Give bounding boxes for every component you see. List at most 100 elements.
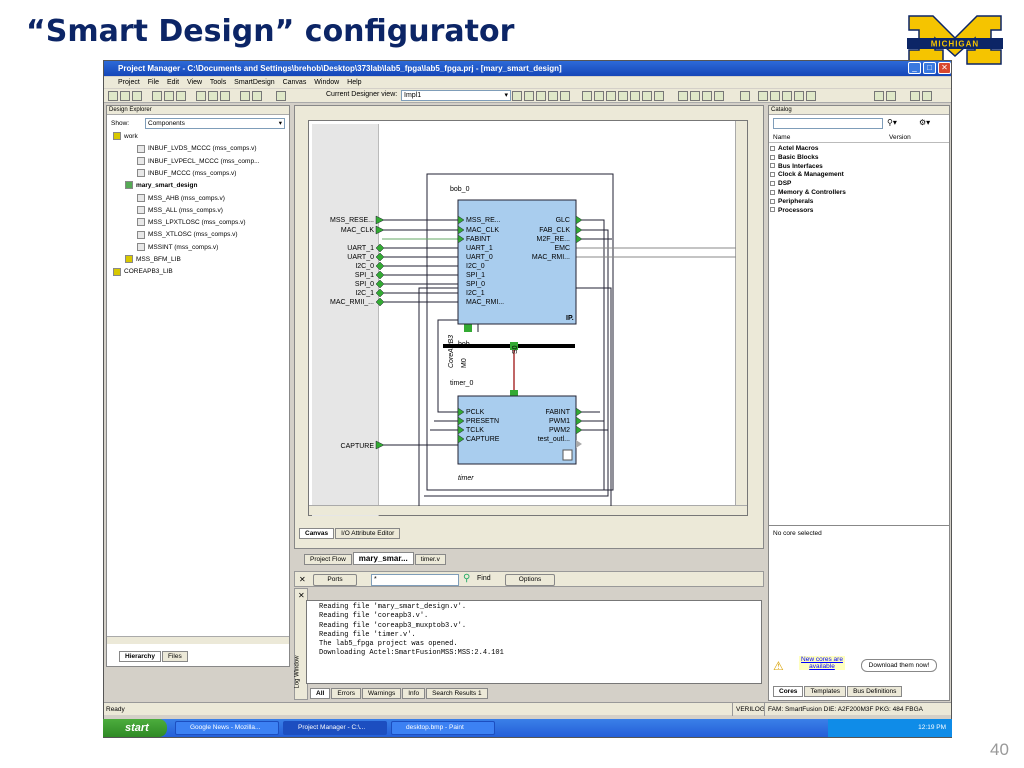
column-name[interactable]: Name bbox=[773, 134, 790, 141]
menu-project[interactable]: Project bbox=[118, 79, 140, 86]
label-icon[interactable] bbox=[782, 91, 792, 101]
menu-smartdesign[interactable]: SmartDesign bbox=[234, 79, 274, 86]
task-paint[interactable]: desktop.bmp - Paint bbox=[391, 721, 495, 735]
horizontal-scrollbar[interactable] bbox=[107, 636, 289, 644]
log-search-input[interactable]: * bbox=[371, 574, 459, 586]
tab-files[interactable]: Files bbox=[162, 651, 188, 662]
zoom-area-icon[interactable] bbox=[714, 91, 724, 101]
tab-io-attribute-editor[interactable]: I/O Attribute Editor bbox=[335, 528, 401, 539]
options-button[interactable]: Options bbox=[505, 574, 555, 586]
disconnect-icon[interactable] bbox=[886, 91, 896, 101]
tab-templates[interactable]: Templates bbox=[804, 686, 847, 697]
tree-item[interactable]: work bbox=[113, 132, 138, 142]
program-icon[interactable] bbox=[560, 91, 570, 101]
bus-icon[interactable] bbox=[630, 91, 640, 101]
tab-canvas[interactable]: Canvas bbox=[299, 528, 335, 539]
select-icon[interactable] bbox=[758, 91, 768, 101]
tree-item[interactable]: INBUF_MCCC (mss_comps.v) bbox=[137, 169, 236, 179]
tab-info[interactable]: Info bbox=[402, 688, 426, 699]
close-log-icon[interactable]: ✕ bbox=[299, 575, 306, 584]
catalog-item[interactable]: Memory & Controllers bbox=[770, 189, 846, 198]
promote-icon[interactable] bbox=[618, 91, 628, 101]
catalog-item[interactable]: Basic Blocks bbox=[770, 154, 846, 163]
close-icon[interactable]: ✕ bbox=[938, 62, 951, 74]
tab-cores[interactable]: Cores bbox=[773, 686, 804, 697]
net-icon[interactable] bbox=[642, 91, 652, 101]
help-icon[interactable] bbox=[740, 91, 750, 101]
text-icon[interactable] bbox=[806, 91, 816, 101]
catalog-item[interactable]: Bus Interfaces bbox=[770, 163, 846, 172]
menu-tools[interactable]: Tools bbox=[210, 79, 226, 86]
settings-icon[interactable]: ⚙▾ bbox=[919, 118, 930, 127]
wire-icon[interactable] bbox=[794, 91, 804, 101]
task-project-manager[interactable]: Project Manager - C:\... bbox=[283, 721, 387, 735]
catalog-item[interactable]: Actel Macros bbox=[770, 145, 846, 154]
arrange-icon[interactable] bbox=[654, 91, 664, 101]
connect-icon[interactable] bbox=[874, 91, 884, 101]
generate-icon[interactable] bbox=[582, 91, 592, 101]
column-version[interactable]: Version bbox=[889, 134, 911, 141]
minimize-icon[interactable]: _ bbox=[908, 62, 921, 74]
catalog-item[interactable]: Processors bbox=[770, 207, 846, 216]
tab-search-results[interactable]: Search Results 1 bbox=[426, 688, 488, 699]
search-icon[interactable]: ⚲▾ bbox=[887, 118, 897, 127]
tree-item[interactable]: mary_smart_design bbox=[125, 181, 197, 191]
vertical-scrollbar[interactable] bbox=[735, 121, 747, 515]
tree-item[interactable]: INBUF_LVPECL_MCCC (mss_comp... bbox=[137, 156, 260, 167]
auto-connect-icon[interactable] bbox=[606, 91, 616, 101]
layout-icon[interactable] bbox=[548, 91, 558, 101]
tab-errors[interactable]: Errors bbox=[331, 688, 362, 699]
open-project-icon[interactable] bbox=[120, 91, 130, 101]
designer-icon[interactable] bbox=[276, 91, 286, 101]
zoom-fit-icon[interactable] bbox=[702, 91, 712, 101]
synth-icon[interactable] bbox=[524, 91, 534, 101]
find-icon[interactable]: ⚲ bbox=[463, 573, 470, 584]
ports-button[interactable]: Ports bbox=[313, 574, 357, 586]
menu-file[interactable]: File bbox=[148, 79, 159, 86]
tab-warnings[interactable]: Warnings bbox=[362, 688, 402, 699]
menu-canvas[interactable]: Canvas bbox=[283, 79, 307, 86]
save-icon[interactable] bbox=[176, 91, 186, 101]
redo-icon[interactable] bbox=[252, 91, 262, 101]
task-google-news[interactable]: Google News - Mozilla... bbox=[175, 721, 279, 735]
horizontal-scrollbar[interactable] bbox=[309, 505, 747, 515]
tab-project-flow[interactable]: Project Flow bbox=[304, 554, 352, 565]
maximize-icon[interactable]: □ bbox=[923, 62, 936, 74]
tab-mary-smart-design[interactable]: mary_smar... bbox=[352, 552, 414, 565]
menu-help[interactable]: Help bbox=[347, 79, 361, 86]
copy-icon[interactable] bbox=[208, 91, 218, 101]
start-button[interactable]: start bbox=[103, 719, 167, 737]
tree-item[interactable]: MSS_ALL (mss_comps.v) bbox=[137, 206, 223, 216]
save-project-icon[interactable] bbox=[132, 91, 142, 101]
tree-item[interactable]: COREAPB3_LIB bbox=[113, 267, 173, 277]
new-project-icon[interactable] bbox=[108, 91, 118, 101]
check-icon[interactable] bbox=[594, 91, 604, 101]
download-button[interactable]: Download them now! bbox=[861, 659, 937, 672]
catalog-search-input[interactable] bbox=[773, 118, 883, 129]
current-view-select[interactable]: Impl1 ▾ bbox=[401, 90, 511, 101]
new-cores-link[interactable]: New cores are available bbox=[799, 656, 845, 670]
sim-icon[interactable] bbox=[536, 91, 546, 101]
tab-bus-definitions[interactable]: Bus Definitions bbox=[847, 686, 903, 697]
tab-hierarchy[interactable]: Hierarchy bbox=[119, 651, 161, 662]
catalog-item[interactable]: Peripherals bbox=[770, 198, 846, 207]
find-button[interactable]: Find bbox=[477, 575, 491, 582]
undo-icon[interactable] bbox=[240, 91, 250, 101]
menu-view[interactable]: View bbox=[187, 79, 202, 86]
menu-edit[interactable]: Edit bbox=[167, 79, 179, 86]
new-file-icon[interactable] bbox=[152, 91, 162, 101]
tab-all[interactable]: All bbox=[310, 688, 331, 699]
menu-window[interactable]: Window bbox=[314, 79, 339, 86]
paste-icon[interactable] bbox=[220, 91, 230, 101]
close-icon[interactable]: ✕ bbox=[298, 591, 305, 600]
tree-item[interactable]: MSS_LPXTLOSC (mss_comps.v) bbox=[137, 218, 246, 228]
open-file-icon[interactable] bbox=[164, 91, 174, 101]
tab-timer-v[interactable]: timer.v bbox=[414, 554, 446, 565]
zoom-out-icon[interactable] bbox=[690, 91, 700, 101]
tree-item[interactable]: MSSINT (mss_comps.v) bbox=[137, 242, 218, 253]
tree-item[interactable]: INBUF_LVDS_MCCC (mss_comps.v) bbox=[137, 144, 257, 154]
flow-icon[interactable] bbox=[512, 91, 522, 101]
line-icon[interactable] bbox=[910, 91, 920, 101]
cut-icon[interactable] bbox=[196, 91, 206, 101]
catalog-item[interactable]: DSP bbox=[770, 180, 846, 189]
